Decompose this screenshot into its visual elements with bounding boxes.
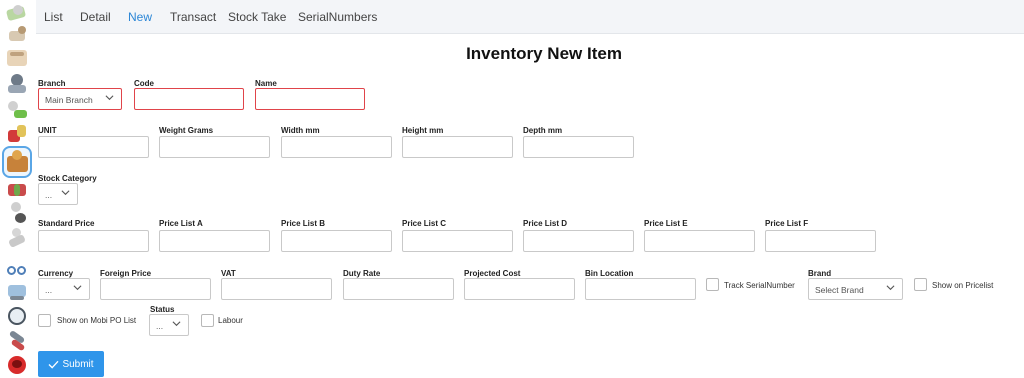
price-list-c-label: Price List C [402,219,447,228]
show-pricelist-checkbox[interactable] [914,278,927,291]
person-cash-icon[interactable] [5,98,29,122]
bin-location-label: Bin Location [585,269,634,278]
price-list-c-input[interactable] [402,230,513,252]
price-list-d-input[interactable] [523,230,634,252]
price-list-a-label: Price List A [159,219,203,228]
inventory-page: List Detail New Transact Stock Take Seri… [0,0,1024,378]
projected-cost-input[interactable] [464,278,575,300]
tab-serial-numbers[interactable]: SerialNumbers [298,10,377,24]
projected-cost-label: Projected Cost [464,269,521,278]
price-list-f-label: Price List F [765,219,809,228]
worker-computer-icon[interactable] [5,279,29,303]
brand-value: Select Brand [815,285,864,295]
track-serial-checkbox[interactable] [706,278,719,291]
stock-category-label: Stock Category [38,174,97,183]
duty-rate-input[interactable] [343,278,454,300]
status-select[interactable]: ... [149,314,189,336]
price-list-d-label: Price List D [523,219,568,228]
foreign-price-input[interactable] [100,278,211,300]
fire-icon[interactable] [5,352,29,376]
standard-price-input[interactable] [38,230,149,252]
show-mobi-label: Show on Mobi PO List [57,316,137,325]
price-list-e-label: Price List E [644,219,688,228]
vat-label: VAT [221,269,236,278]
person-tools-icon[interactable] [5,200,29,224]
tab-list[interactable]: List [44,10,63,24]
name-label: Name [255,79,277,88]
stock-category-value: ... [45,190,53,200]
clock-icon[interactable] [5,304,29,328]
page-title: Inventory New Item [466,44,622,63]
tab-detail[interactable]: Detail [80,10,111,24]
foreign-price-label: Foreign Price [100,269,152,278]
chevron-down-icon [172,321,181,327]
stamp-icon[interactable] [5,71,29,95]
branch-label: Branch [38,79,66,88]
name-input[interactable] [255,88,365,110]
tab-transact[interactable]: Transact [170,10,216,24]
height-label: Height mm [402,126,444,135]
height-input[interactable] [402,136,513,158]
status-value: ... [156,321,164,331]
depth-label: Depth mm [523,126,563,135]
chevron-down-icon [61,190,70,196]
duty-rate-label: Duty Rate [343,269,381,278]
check-icon [48,360,59,369]
show-pricelist-label: Show on Pricelist [932,281,994,290]
submit-button[interactable]: Submit [38,351,104,377]
weight-input[interactable] [159,136,270,158]
chevron-down-icon [105,95,114,101]
status-label: Status [150,305,175,314]
currency-select[interactable]: ... [38,278,90,300]
vat-input[interactable] [221,278,332,300]
brand-label: Brand [808,269,832,278]
runner-icon[interactable] [5,226,29,250]
gift-icon[interactable] [5,122,29,146]
inventory-icon[interactable] [2,146,32,178]
currency-label: Currency [38,269,74,278]
currency-value: ... [45,285,53,295]
labour-label: Labour [218,316,243,325]
price-list-a-input[interactable] [159,230,270,252]
width-label: Width mm [281,126,320,135]
branch-value: Main Branch [45,95,93,105]
branch-select[interactable]: Main Branch [38,88,122,110]
price-list-f-input[interactable] [765,230,876,252]
chevron-down-icon [886,285,895,291]
unit-label: UNIT [38,126,57,135]
standard-price-label: Standard Price [38,219,95,228]
bin-location-input[interactable] [585,278,696,300]
width-input[interactable] [281,136,392,158]
books-icon[interactable] [5,178,29,202]
chevron-down-icon [73,285,82,291]
top-nav: List Detail New Transact Stock Take Seri… [36,0,1024,34]
stock-category-select[interactable]: ... [38,183,78,205]
price-list-b-input[interactable] [281,230,392,252]
price-list-e-input[interactable] [644,230,755,252]
tab-stock-take[interactable]: Stock Take [228,10,286,24]
brand-select[interactable]: Select Brand [808,278,903,300]
tools-icon[interactable] [5,329,29,354]
tab-new[interactable]: New [128,10,152,24]
labour-checkbox[interactable] [201,314,214,327]
code-label: Code [134,79,154,88]
show-mobi-checkbox[interactable] [38,314,51,327]
depth-input[interactable] [523,136,634,158]
weight-label: Weight Grams [159,126,214,135]
unit-input[interactable] [38,136,149,158]
track-serial-label: Track SerialNumber [724,281,795,290]
code-input[interactable] [134,88,244,110]
price-list-b-label: Price List B [281,219,326,228]
submit-label: Submit [62,358,94,370]
cyclist-icon[interactable] [5,253,29,277]
